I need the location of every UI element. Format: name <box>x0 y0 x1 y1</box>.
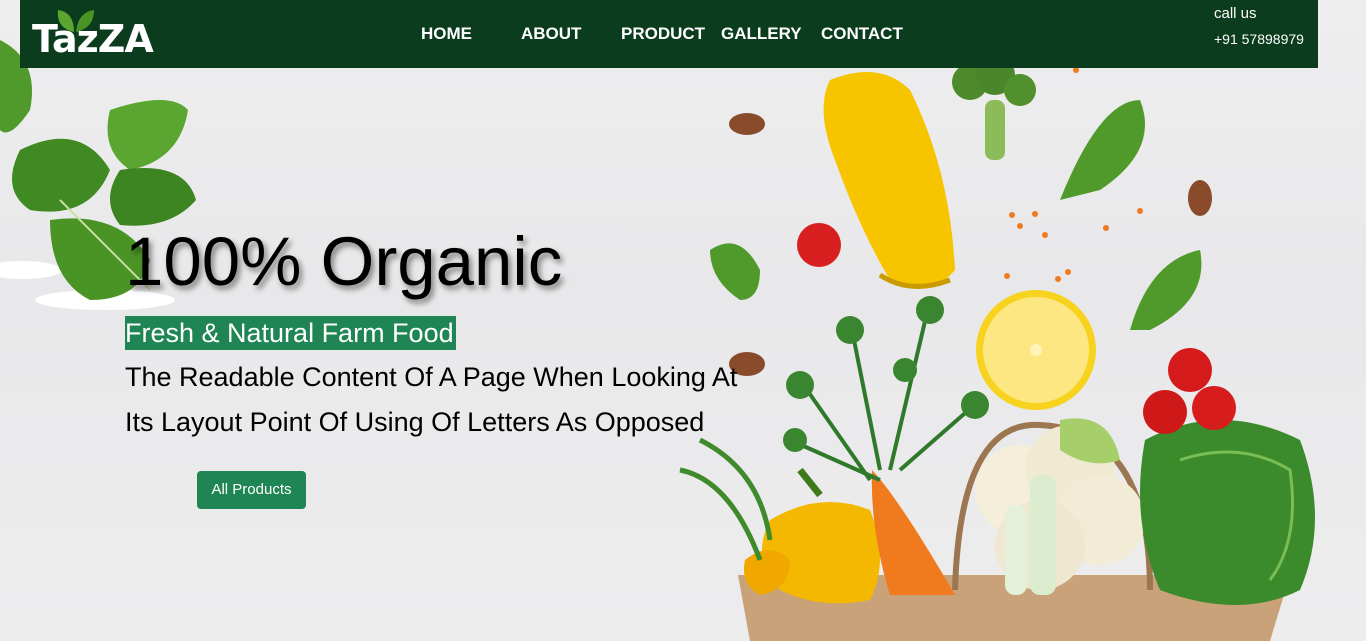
brand-logo[interactable]: TazZA <box>32 20 154 58</box>
broccoli <box>952 55 1036 160</box>
hero-headline: 100% Organic <box>125 223 563 300</box>
yellow-pepper <box>744 467 880 604</box>
lettuce <box>1140 420 1315 605</box>
top-navbar: TazZA HOME ABOUT PRODUCT GALLERY CONTACT… <box>20 0 1318 68</box>
nav-contact[interactable]: CONTACT <box>821 24 903 44</box>
nav-product[interactable]: PRODUCT <box>621 24 705 44</box>
phone-number[interactable]: +91 57898979 <box>1214 31 1304 47</box>
nav-home[interactable]: HOME <box>421 24 472 44</box>
spinach-leaves-right <box>710 100 1202 330</box>
hero-section: TazZA HOME ABOUT PRODUCT GALLERY CONTACT… <box>0 0 1366 641</box>
yellow-squash <box>823 72 955 289</box>
hero-description-line-2: Its Layout Point Of Using Of Letters As … <box>125 407 705 437</box>
leek <box>1030 475 1056 595</box>
all-products-button[interactable]: All Products <box>197 471 306 509</box>
carrot-greens <box>789 299 982 482</box>
call-us-label: call us <box>1214 5 1257 22</box>
hero-description-line-1: The Readable Content Of A Page When Look… <box>125 362 738 392</box>
nav-gallery[interactable]: GALLERY <box>721 24 802 44</box>
cauliflower <box>975 418 1145 590</box>
green-beans <box>679 437 773 561</box>
nav-about[interactable]: ABOUT <box>521 24 581 44</box>
hero-tagline: Fresh & Natural Farm Food <box>125 316 456 350</box>
lemon-slice <box>976 290 1096 410</box>
